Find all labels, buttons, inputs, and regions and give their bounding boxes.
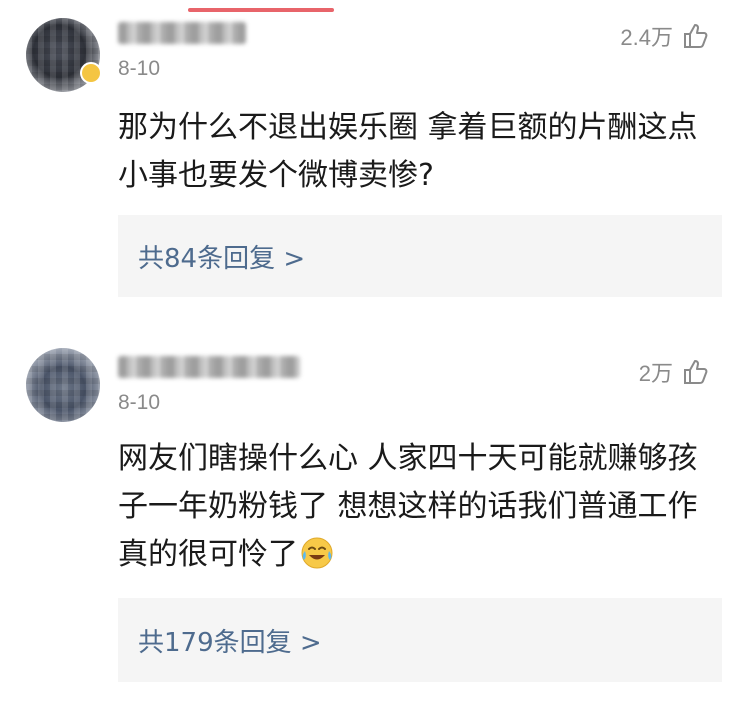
like-count: 2.4万 <box>620 25 673 50</box>
like-button[interactable]: 2万 <box>639 356 711 388</box>
comment-text: 那为什么不退出娱乐圈 拿着巨额的片酬这点小事也要发个微博卖惨? <box>118 110 698 193</box>
like-count: 2万 <box>638 361 673 386</box>
comment-text-body: 网友们瞎操什么心 人家四十天可能就赚够孩子一年奶粉钱了 想想这样的话我们普通工作… <box>118 441 698 572</box>
comment-date: 8-10 <box>118 391 161 414</box>
comment-item: 8-10 2万 网友们瞎操什么心 人家四十天可能就赚够孩子一年奶粉钱了 想想这样… <box>0 336 729 701</box>
comment-item: 8-10 2.4万 那为什么不退出娱乐圈 拿着巨额的片酬这点小事也要发个微博卖惨… <box>0 0 729 318</box>
replies-label: 共179条回复 > <box>138 627 322 658</box>
thumbs-up-icon <box>684 360 708 384</box>
username-blurred[interactable] <box>118 22 246 44</box>
like-button[interactable]: 2.4万 <box>620 20 711 52</box>
comment-date: 8-10 <box>118 57 161 80</box>
verified-badge-icon <box>80 62 102 84</box>
view-replies-button[interactable]: 共84条回复 > <box>118 215 722 297</box>
avatar[interactable] <box>26 348 100 422</box>
laugh-cry-emoji-icon <box>301 537 333 569</box>
comment-text: 网友们瞎操什么心 人家四十天可能就赚够孩子一年奶粉钱了 想想这样的话我们普通工作… <box>118 435 718 579</box>
replies-label: 共84条回复 > <box>138 243 306 274</box>
comment-thread: 8-10 2.4万 那为什么不退出娱乐圈 拿着巨额的片酬这点小事也要发个微博卖惨… <box>0 0 729 701</box>
view-replies-button[interactable]: 共179条回复 > <box>118 598 722 682</box>
username-blurred[interactable] <box>118 356 300 378</box>
thumbs-up-icon <box>684 24 708 48</box>
comment-divider <box>0 318 729 336</box>
